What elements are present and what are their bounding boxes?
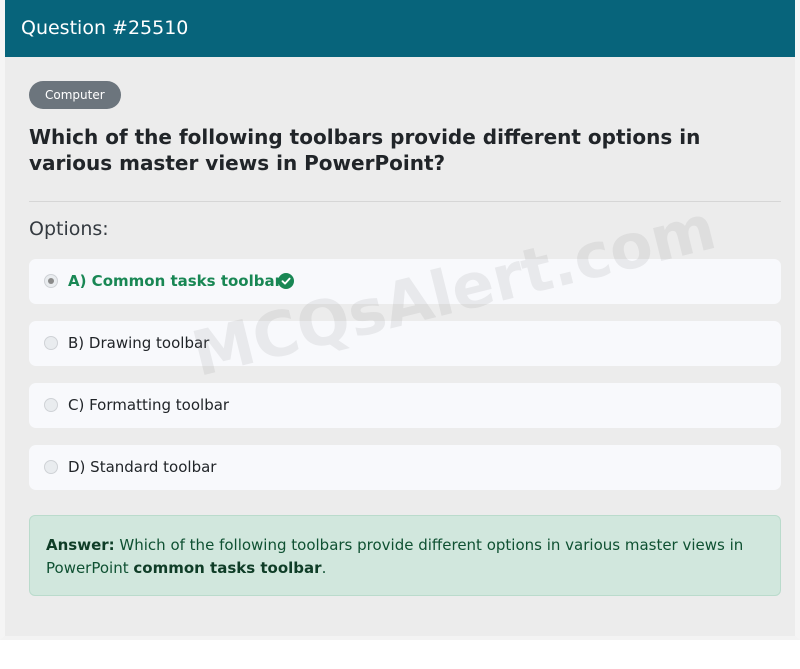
question-text: Which of the following toolbars provide …	[29, 125, 701, 175]
option-label: B) Drawing toolbar	[68, 334, 210, 352]
answer-prefix: Answer:	[46, 536, 115, 554]
option-label: A) Common tasks toolbar	[68, 272, 282, 290]
option-label: D) Standard toolbar	[68, 458, 217, 476]
radio-button[interactable]	[44, 398, 58, 412]
answer-suffix: .	[321, 559, 327, 577]
question-header: Question #25510	[5, 0, 795, 57]
radio-button[interactable]	[44, 336, 58, 350]
category-badge[interactable]: Computer	[29, 81, 121, 109]
answer-highlight: common tasks toolbar	[133, 559, 322, 577]
radio-button[interactable]	[44, 274, 58, 288]
divider	[29, 201, 781, 202]
option-b[interactable]: B) Drawing toolbar	[29, 321, 781, 366]
question-card: Question #25510 Computer Which of the fo…	[0, 0, 800, 640]
check-circle-icon	[278, 273, 294, 289]
radio-button[interactable]	[44, 460, 58, 474]
option-d[interactable]: D) Standard toolbar	[29, 445, 781, 490]
question-title: Question #25510	[21, 17, 189, 39]
option-a[interactable]: A) Common tasks toolbar	[29, 259, 781, 304]
option-c[interactable]: C) Formatting toolbar	[29, 383, 781, 428]
options-label: Options:	[29, 218, 109, 240]
answer-box: Answer: Which of the following toolbars …	[29, 515, 781, 596]
option-label: C) Formatting toolbar	[68, 396, 230, 414]
